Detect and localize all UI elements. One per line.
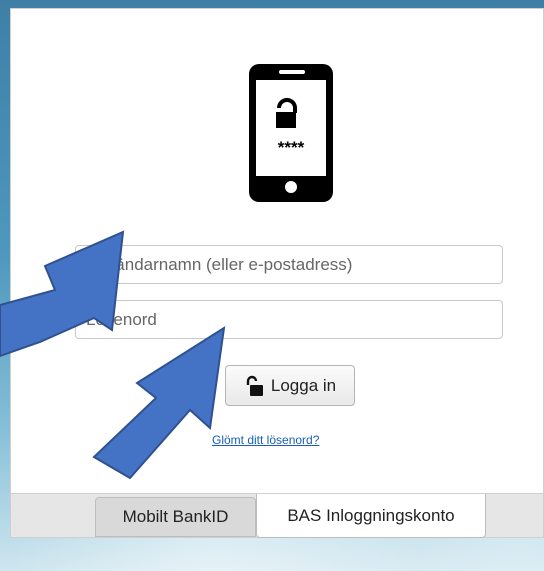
phone-unlock-icon: ****	[249, 64, 333, 202]
password-input[interactable]	[75, 300, 503, 339]
tab-mobilt-bankid[interactable]: Mobilt BankID	[95, 497, 256, 537]
tab-bas-inloggningskonto[interactable]: BAS Inloggningskonto	[256, 494, 486, 538]
login-button[interactable]: Logga in	[225, 365, 355, 406]
login-button-label: Logga in	[270, 375, 337, 395]
forgot-password-link[interactable]: Glömt ditt lösenord?	[212, 433, 319, 447]
unlock-icon	[246, 375, 263, 396]
pin-text: ****	[278, 138, 305, 157]
username-input[interactable]	[75, 245, 503, 284]
